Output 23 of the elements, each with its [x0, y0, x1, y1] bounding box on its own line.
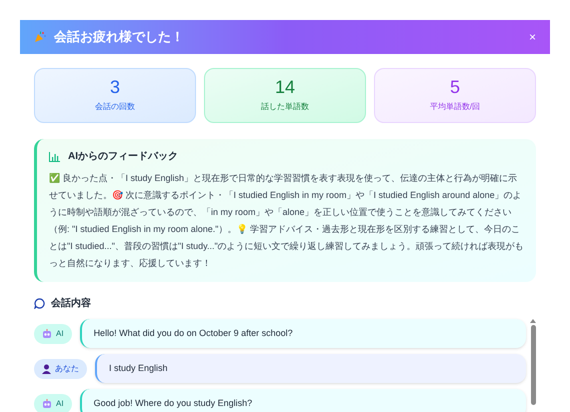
close-button[interactable]: ×: [528, 31, 536, 43]
message-text: I study English: [109, 362, 168, 375]
feedback-text: ✅ 良かった点・「I study English」と現在形で日常的な学習習慣を表す表現を使って、伝達の主体と行為が明確に示せていました。🎯 次に意識するポイント・「I studied English in my room」や「I studied English around alone」のように時制や語順が混ざっているので、「in my room」や「alone」を正しい位置で使うことを意識してみてください（例: "I studied English in my room alone."）。💡 学習アドバイス・過去形と現在形を区別する練習として、今日のことは"I studied..."、普段の習慣は"I study..."のように短い文で繰り返し練習してみましょう。頑張って続ければ表現がもっと自然になります、応援しています！: [49, 172, 524, 270]
stat-label: 平均単語数/回: [430, 101, 480, 113]
speaker-name: AI: [56, 328, 64, 340]
person-icon: [42, 364, 51, 374]
stat-value: 3: [110, 78, 120, 96]
bar-chart-icon: [49, 152, 60, 162]
stat-value: 14: [274, 78, 296, 96]
chat-bubble-icon: [34, 298, 45, 309]
speaker-name: あなた: [55, 362, 79, 374]
robot-icon: [42, 398, 52, 408]
message-text: Hello! What did you do on October 9 after school?: [94, 326, 293, 340]
stat-value: 5: [450, 78, 460, 96]
speaker-name: AI: [56, 398, 64, 410]
party-popper-icon: [34, 31, 46, 43]
feedback-title: AIからのフィードバック: [68, 150, 178, 164]
stat-label: 会話の回数: [95, 101, 135, 113]
robot-icon: [42, 328, 52, 338]
conversation-title: 会話内容: [51, 296, 91, 311]
dialog-title: 会話お疲れ様でした！: [54, 28, 184, 46]
stat-label: 話した単語数: [261, 101, 309, 113]
message-text: Good job! Where do you study English?: [94, 396, 252, 410]
